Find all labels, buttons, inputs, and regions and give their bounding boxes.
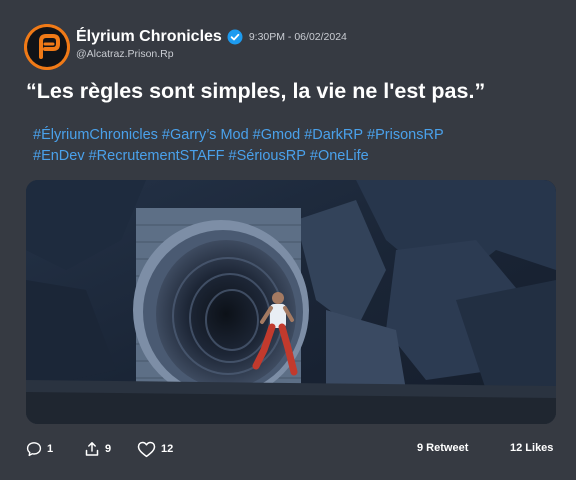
post-timestamp: 9:30PM - 06/02/2024 (248, 31, 347, 43)
hashtag-link[interactable]: #SériousRP (229, 148, 306, 164)
post-header: Élyrium Chronicles 9:30PM - 06/02/2024 @… (24, 22, 554, 72)
reply-icon (26, 442, 42, 457)
brand-logo-icon (24, 24, 70, 70)
like-count: 12 (161, 443, 174, 455)
reply-count: 1 (47, 443, 54, 455)
hashtag-list: #ÉlyriumChronicles #Garry’s Mod #Gmod #Dark… (33, 125, 553, 167)
hashtag-link[interactable]: #EnDev (33, 148, 85, 164)
avatar[interactable] (24, 24, 70, 70)
share-button[interactable]: 9 (84, 438, 111, 460)
hashtag-link[interactable]: #PrisonsRP (367, 127, 444, 143)
verified-badge-icon (227, 29, 243, 45)
post-media-image[interactable] (26, 180, 556, 424)
author-name[interactable]: Élyrium Chronicles (76, 28, 222, 46)
like-button[interactable]: 12 (137, 438, 173, 460)
hashtag-link[interactable]: #Garry’s Mod (162, 127, 249, 143)
post-footer: 1 9 12 9 Retweet 12 Likes (26, 438, 556, 460)
hashtag-line-2: #EnDev #RecrutementSTAFF #SériousRP #OneLif… (33, 146, 553, 167)
hashtag-link[interactable]: #DarkRP (304, 127, 363, 143)
likes-stat[interactable]: 12 Likes (510, 442, 553, 454)
author-handle[interactable]: @Alcatraz.Prison.Rp (76, 48, 174, 60)
hashtag-link[interactable]: #Gmod (253, 127, 301, 143)
author-row: Élyrium Chronicles 9:30PM - 06/02/2024 (76, 26, 347, 48)
reply-button[interactable]: 1 (26, 438, 53, 460)
game-screenshot-image (26, 180, 556, 424)
hashtag-link[interactable]: #RecrutementSTAFF (89, 148, 225, 164)
hashtag-link[interactable]: #ÉlyriumChronicles (33, 127, 158, 143)
share-count: 9 (105, 443, 112, 455)
hashtag-link[interactable]: #OneLife (310, 148, 369, 164)
share-icon (85, 442, 99, 456)
retweet-stat[interactable]: 9 Retweet (417, 442, 468, 454)
heart-icon (137, 441, 156, 457)
post-text: “Les règles sont simples, la vie ne l'es… (26, 79, 486, 103)
hashtag-line-1: #ÉlyriumChronicles #Garry’s Mod #Gmod #Dark… (33, 125, 553, 146)
